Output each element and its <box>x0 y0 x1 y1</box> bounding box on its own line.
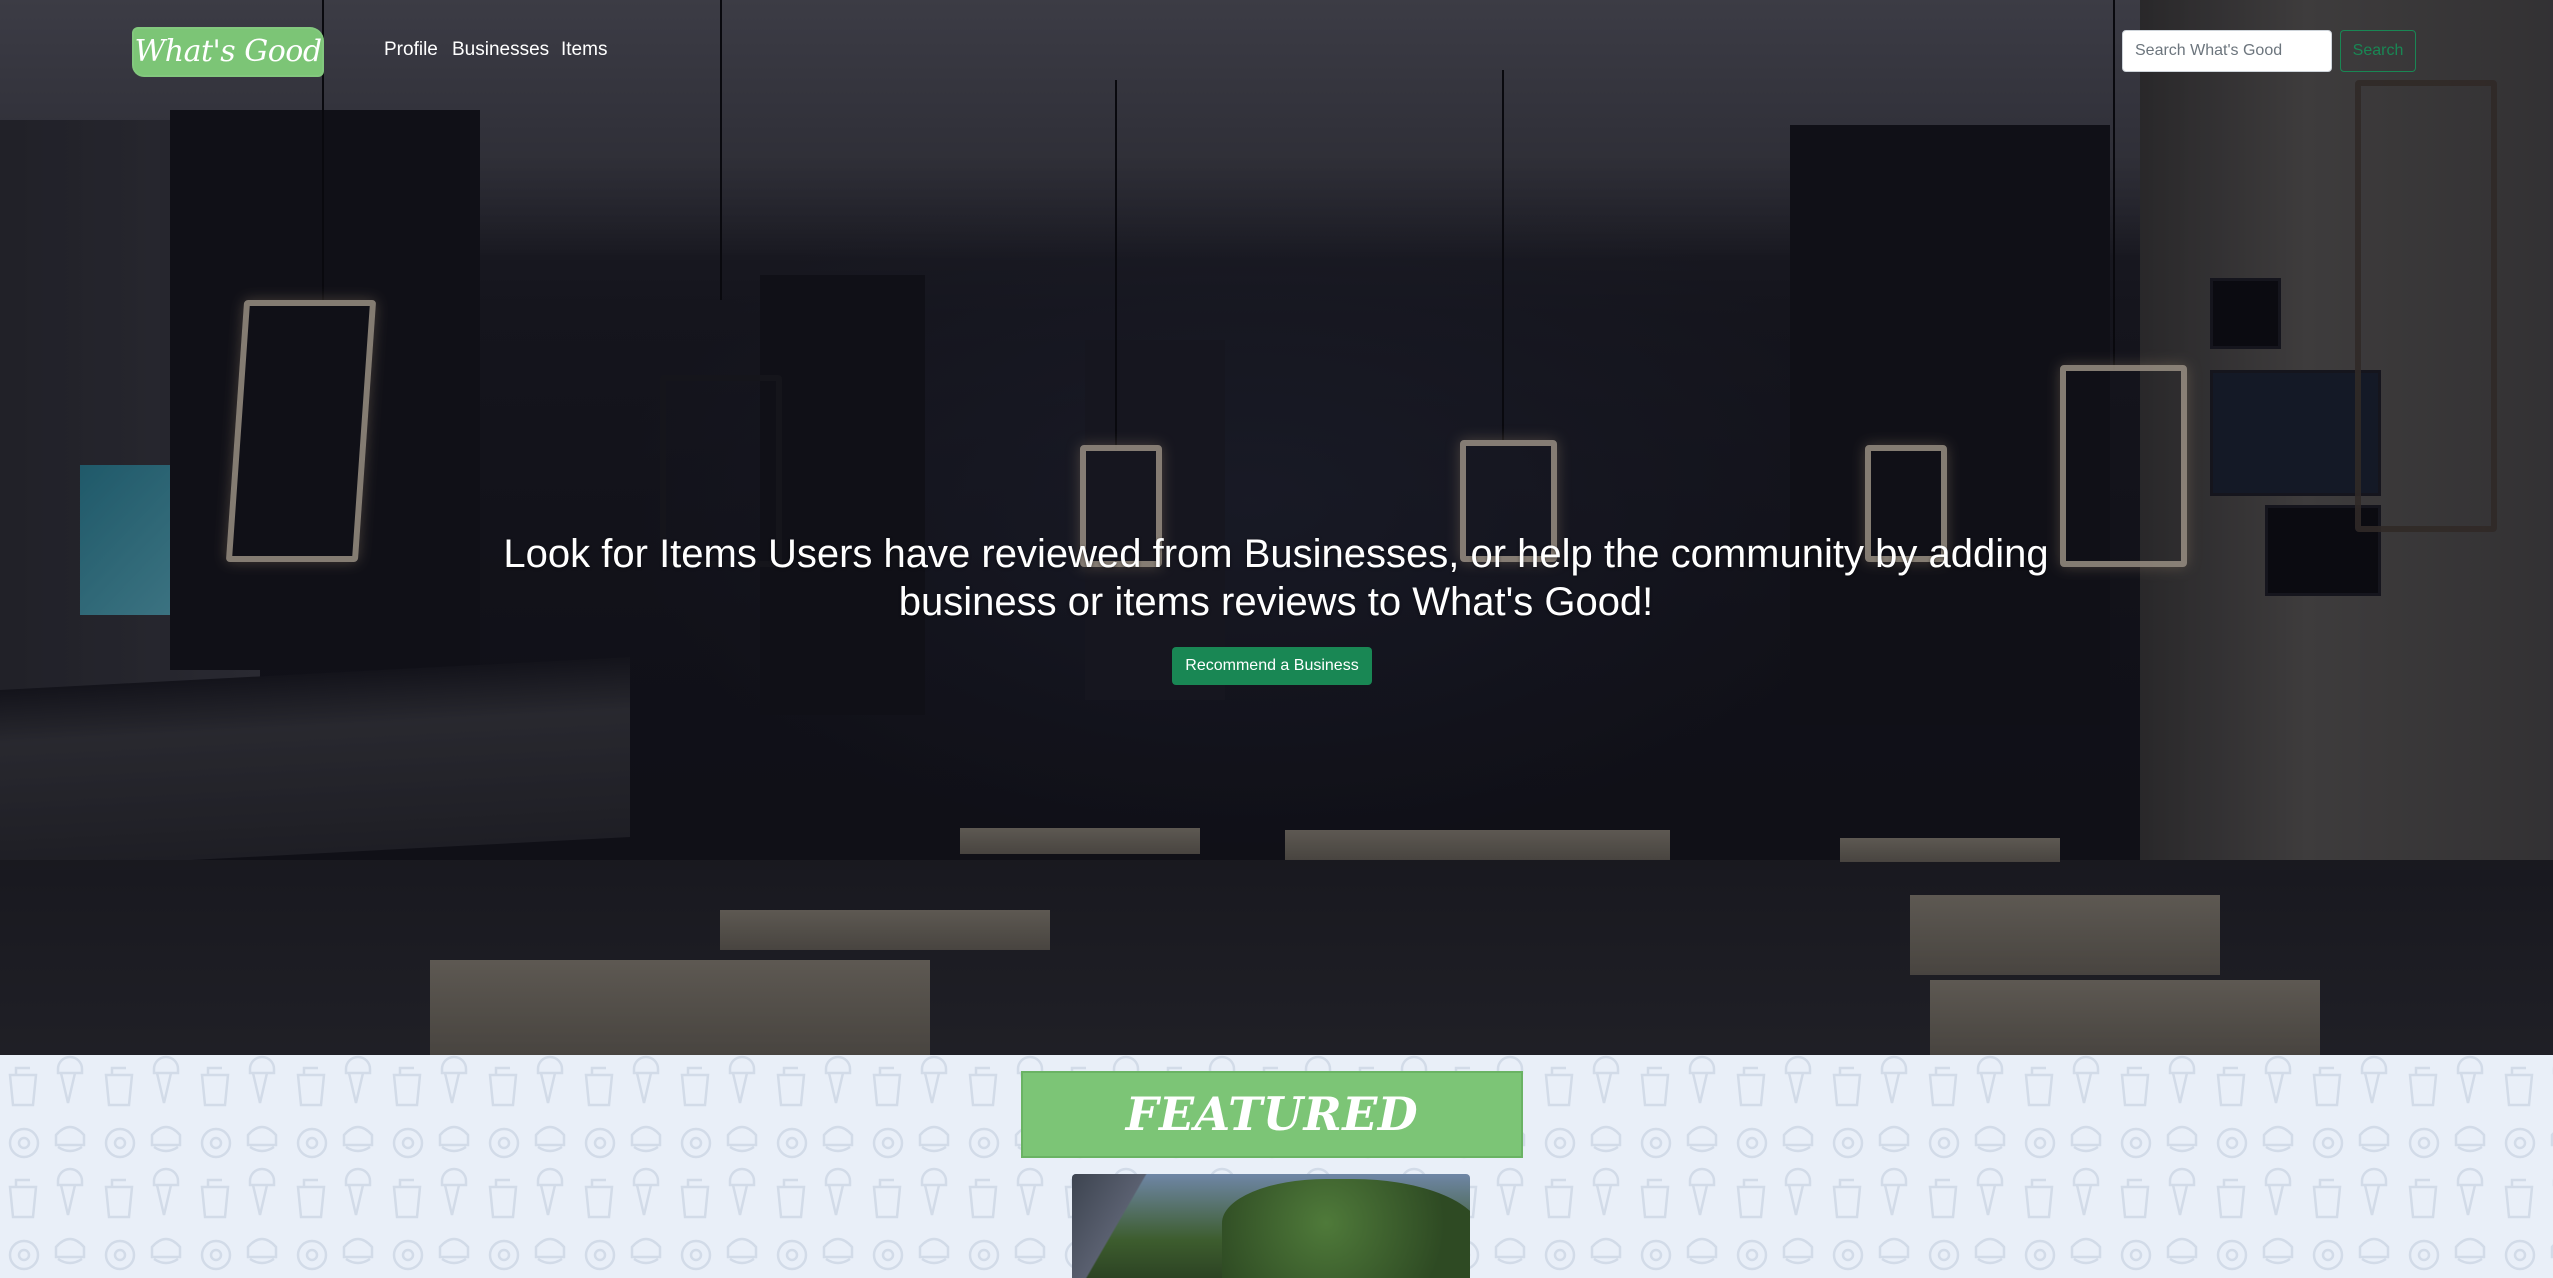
nav-link-items[interactable]: Items <box>561 39 607 61</box>
nav-link-profile[interactable]: Profile <box>384 39 438 61</box>
top-navbar: What's Good Profile Businesses Items Sea… <box>0 0 2553 102</box>
nav-link-businesses[interactable]: Businesses <box>452 39 549 61</box>
hero-headline: Look for Items Users have reviewed from … <box>503 532 2049 624</box>
hero-section <box>0 0 2553 1055</box>
search-input[interactable] <box>2122 30 2332 72</box>
search-button[interactable]: Search <box>2340 30 2416 72</box>
featured-businesses-title: FEATURED BUSINESSES <box>1021 1071 1523 1224</box>
brand-logo[interactable]: What's Good <box>132 27 324 77</box>
featured-business-card-image[interactable] <box>1072 1174 1470 1278</box>
recommend-business-button[interactable]: Recommend a Business <box>1172 647 1372 685</box>
featured-section: FEATURED BUSINESSES <box>0 1055 2553 1278</box>
